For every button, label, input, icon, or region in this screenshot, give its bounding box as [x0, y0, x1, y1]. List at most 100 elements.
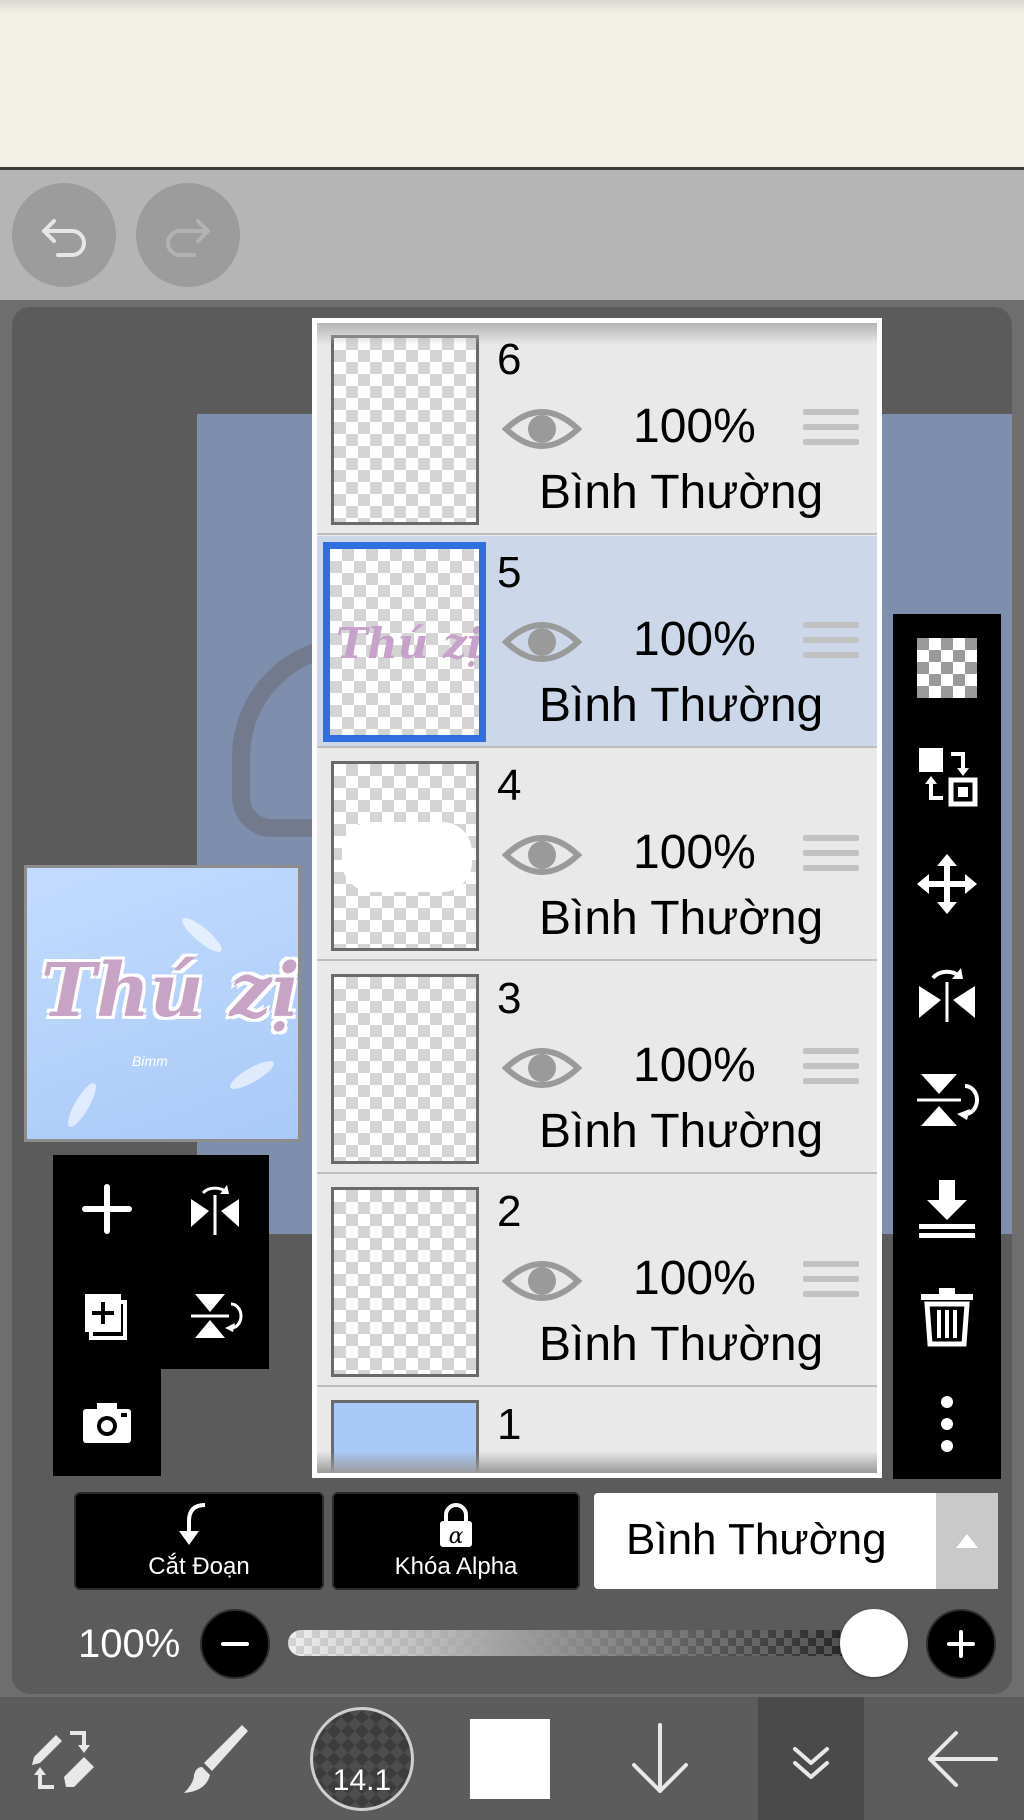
layer-drag-handle[interactable] [803, 1048, 859, 1092]
undo-redo-bar [0, 170, 1024, 300]
canvas-preview-thumbnail[interactable]: Thú zị Bimm [24, 865, 301, 1142]
minus-icon [221, 1642, 249, 1646]
pen-eraser-swap-icon [32, 1730, 94, 1789]
triangle-up-icon [956, 1534, 978, 1548]
preview-leaf [63, 1079, 101, 1131]
delete-layer-button[interactable] [893, 1262, 1001, 1370]
alpha-lock-label: Khóa Alpha [394, 1553, 518, 1580]
back-button[interactable] [900, 1697, 1024, 1820]
redo-button[interactable] [136, 183, 240, 287]
layer-blend-mode: Bình Thường [539, 1318, 824, 1371]
opacity-increase-button[interactable] [926, 1609, 996, 1679]
tool-switch-button[interactable] [0, 1697, 124, 1820]
color-button[interactable] [448, 1697, 572, 1820]
undo-button[interactable] [12, 183, 116, 287]
layer-panel: 6 100% Bình Thường Thú zị 5 100% Bình Thường 4 1… [312, 318, 882, 1478]
layer-opacity: 100% [633, 613, 756, 666]
add-copy-layer-icon [85, 1293, 127, 1340]
blend-mode-select[interactable]: Bình Thường [594, 1493, 998, 1589]
flip-horizontal-icon [919, 968, 975, 1022]
opacity-decrease-button[interactable] [200, 1609, 270, 1679]
more-options-button[interactable] [893, 1370, 1001, 1478]
preview-signature: Bimm [132, 1053, 168, 1069]
brush-tool-button[interactable] [152, 1697, 276, 1820]
layer-row[interactable]: 2 100% Bình Thường [317, 1175, 877, 1387]
clipping-button[interactable]: Cắt Đoạn [74, 1492, 324, 1590]
layers-button[interactable] [758, 1697, 864, 1820]
layer-thumbnail-fill [334, 1403, 476, 1473]
eye-icon [501, 835, 583, 875]
layer-drag-handle[interactable] [803, 622, 859, 666]
layer-row[interactable]: 6 100% Bình Thường [317, 323, 877, 535]
preview-title-text: Thú zị [41, 948, 300, 1034]
merge-down-button[interactable] [893, 1154, 1001, 1262]
swap-icon [919, 748, 978, 807]
brush-size-indicator: 14.1 [310, 1706, 414, 1811]
layer-number: 4 [497, 761, 522, 810]
layer-row[interactable]: 4 100% Bình Thường [317, 749, 877, 961]
layer-visibility-toggle[interactable] [501, 827, 583, 883]
layer-opacity: 100% [633, 826, 756, 879]
merge-down-icon [919, 1180, 975, 1238]
top-strip [0, 0, 1024, 170]
move-icon [917, 854, 977, 914]
layer-opacity: 100% [633, 1252, 756, 1305]
add-copy-layer-button[interactable] [53, 1262, 161, 1369]
camera-button[interactable] [53, 1369, 161, 1476]
layer-row[interactable]: Thú zị 5 100% Bình Thường [317, 536, 877, 748]
camera-icon [83, 1402, 131, 1443]
layer-drag-handle[interactable] [803, 835, 859, 879]
layer-number: 6 [497, 335, 522, 384]
layer-side-toolbar [893, 614, 1001, 1479]
layer-visibility-toggle[interactable] [501, 614, 583, 670]
flip-horizontal-button[interactable] [161, 1155, 269, 1262]
move-down-button[interactable] [598, 1697, 722, 1820]
layer-thumbnail-text: Thú zị [336, 619, 483, 668]
layer-drag-handle[interactable] [803, 409, 859, 453]
layer-list[interactable]: 6 100% Bình Thường Thú zị 5 100% Bình Thường 4 1… [317, 323, 877, 1473]
redo-icon [166, 219, 210, 257]
layer-drag-handle[interactable] [803, 1261, 859, 1305]
layer-blend-mode: Bình Thường [539, 466, 824, 519]
layer-thumbnail [331, 761, 479, 951]
opacity-slider-thumb[interactable] [840, 1609, 908, 1677]
layer-number: 2 [497, 1187, 522, 1236]
add-layer-button[interactable] [53, 1155, 161, 1262]
arrow-left-icon [928, 1730, 998, 1787]
layer-thumbnail [331, 1400, 479, 1473]
layer-visibility-toggle[interactable] [501, 1040, 583, 1096]
flip-vertical-button[interactable] [161, 1262, 269, 1369]
layer-visibility-toggle[interactable] [502, 1466, 582, 1473]
layer-opacity: 100% [633, 400, 756, 453]
opacity-slider[interactable] [288, 1630, 888, 1656]
layer-row[interactable]: 1 [317, 1388, 877, 1473]
brush-icon [184, 1724, 248, 1793]
transparent-fill-button[interactable] [893, 614, 1001, 722]
blend-mode-dropdown-arrow[interactable] [936, 1493, 998, 1589]
app-screen: Thú zị Bimm 6 100% Bình Thường Thú zị 5 … [0, 0, 1024, 1820]
bottom-toolbar: 14.1 [0, 1697, 1024, 1820]
eye-icon [501, 409, 583, 449]
layer-visibility-toggle[interactable] [501, 1253, 583, 1309]
brush-size-button[interactable]: 14.1 [300, 1697, 424, 1820]
move-button[interactable] [893, 830, 1001, 938]
blend-mode-value: Bình Thường [626, 1515, 887, 1564]
clipping-label: Cắt Đoạn [148, 1553, 250, 1580]
arrow-down-icon [632, 1722, 688, 1793]
flip-vertical-icon [917, 1074, 979, 1126]
trash-icon [921, 1288, 973, 1347]
layer-thumbnail [331, 974, 479, 1164]
layer-row[interactable]: 3 100% Bình Thường [317, 962, 877, 1174]
undo-icon [42, 219, 86, 257]
lock-alpha-icon: α [440, 1503, 472, 1549]
preview-leaf [226, 1056, 278, 1094]
flip-vertical-side-button[interactable] [893, 1046, 1001, 1154]
layer-visibility-toggle[interactable] [501, 401, 583, 457]
eye-icon [501, 622, 583, 662]
flip-horizontal-side-button[interactable] [893, 938, 1001, 1046]
layer-blend-mode: Bình Thường [539, 679, 824, 732]
alpha-lock-button[interactable]: α Khóa Alpha [332, 1492, 580, 1590]
swap-layers-button[interactable] [893, 722, 1001, 830]
brush-size-value: 14.1 [332, 1763, 392, 1797]
checkerboard-icon [917, 638, 977, 698]
